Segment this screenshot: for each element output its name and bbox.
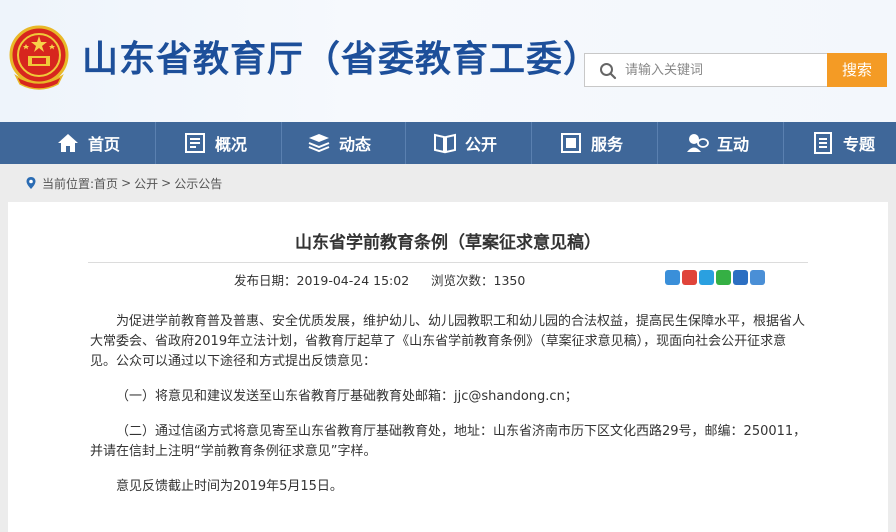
search-icon xyxy=(600,63,617,80)
article-body: 为促进学前教育普及普惠、安全优质发展，维护幼儿、幼儿园教职工和幼儿园的合法权益，… xyxy=(90,312,808,512)
nav-item-interact[interactable]: 互动 xyxy=(685,122,749,164)
book-icon xyxy=(434,133,456,154)
nav-divider xyxy=(657,122,658,164)
news-icon xyxy=(308,134,330,153)
share-qzone-icon[interactable] xyxy=(665,270,680,285)
breadcrumb-item-home[interactable]: 首页 xyxy=(94,175,118,192)
view-count: 浏览次数：1350 xyxy=(431,270,525,289)
view-count-label: 浏览次数： xyxy=(431,273,494,288)
title-divider xyxy=(88,262,808,263)
share-renren-icon[interactable] xyxy=(733,270,748,285)
breadcrumb-separator: > xyxy=(121,176,132,190)
site-title[interactable]: 山东省教育厅（省委教育工委） xyxy=(82,30,600,82)
share-qq-icon[interactable] xyxy=(699,270,714,285)
location-pin-icon xyxy=(26,177,36,189)
share-weibo-icon[interactable] xyxy=(682,270,697,285)
nav-divider xyxy=(783,122,784,164)
search-button[interactable]: 搜索 xyxy=(827,53,887,87)
national-emblem-icon[interactable] xyxy=(8,24,70,90)
search-box xyxy=(584,53,828,87)
nav-item-overview[interactable]: 概况 xyxy=(183,122,247,164)
nav-item-label: 动态 xyxy=(339,135,372,154)
search-input[interactable] xyxy=(625,54,825,86)
breadcrumb-separator: > xyxy=(161,176,172,190)
overview-icon xyxy=(185,133,205,153)
publish-date-value: 2019-04-24 15:02 xyxy=(296,273,410,288)
nav-item-news[interactable]: 动态 xyxy=(307,122,371,164)
share-wechat-icon[interactable] xyxy=(716,270,731,285)
share-more-icon[interactable] xyxy=(750,270,765,285)
home-icon xyxy=(58,134,78,152)
breadcrumb-prefix: 当前位置: xyxy=(42,176,95,191)
article-meta: 发布日期：2019-04-24 15:02 浏览次数：1350 xyxy=(8,268,888,288)
article-container: 山东省学前教育条例（草案征求意见稿） 发布日期：2019-04-24 15:02… xyxy=(8,202,888,532)
publish-date-label: 发布日期： xyxy=(234,273,297,288)
publish-date: 发布日期：2019-04-24 15:02 xyxy=(234,270,409,289)
view-count-value: 1350 xyxy=(493,273,526,288)
nav-item-label: 专题 xyxy=(843,135,876,154)
service-icon xyxy=(561,133,581,153)
nav-item-topic[interactable]: 专题 xyxy=(811,122,875,164)
nav-item-label: 首页 xyxy=(88,135,121,154)
article-paragraph: （一）将意见和建议发送至山东省教育厅基础教育处邮箱：jjc@shandong.c… xyxy=(116,389,578,404)
nav-item-public[interactable]: 公开 xyxy=(433,122,497,164)
nav-divider xyxy=(405,122,406,164)
breadcrumb: 当前位置: 首页 > 公开 > 公示公告 xyxy=(24,174,222,192)
nav-item-label: 公开 xyxy=(465,135,498,154)
article-paragraph: 为促进学前教育普及普惠、安全优质发展，维护幼儿、幼儿园教职工和幼儿园的合法权益，… xyxy=(90,314,806,369)
breadcrumb-item-public[interactable]: 公开 xyxy=(134,175,158,192)
nav-item-home[interactable]: 首页 xyxy=(56,122,120,164)
nav-divider xyxy=(155,122,156,164)
share-bar xyxy=(665,270,765,285)
nav-item-service[interactable]: 服务 xyxy=(559,122,623,164)
nav-item-label: 互动 xyxy=(717,135,750,154)
nav-item-label: 概况 xyxy=(215,135,248,154)
article-paragraph: 意见反馈截止时间为2019年5月15日。 xyxy=(116,479,343,494)
main-nav: 首页 概况 动态 公开 服务 互动 专题 xyxy=(0,122,896,164)
article-paragraph: （二）通过信函方式将意见寄至山东省教育厅基础教育处，地址：山东省济南市历下区文化… xyxy=(90,424,807,459)
nav-divider xyxy=(281,122,282,164)
article-title: 山东省学前教育条例（草案征求意见稿） xyxy=(295,233,601,253)
chat-icon xyxy=(687,134,709,152)
topic-icon xyxy=(814,132,832,154)
nav-divider xyxy=(531,122,532,164)
site-header: 山东省教育厅（省委教育工委） 搜索 xyxy=(0,0,896,122)
nav-item-label: 服务 xyxy=(591,135,624,154)
breadcrumb-item-announcements[interactable]: 公示公告 xyxy=(174,175,222,192)
